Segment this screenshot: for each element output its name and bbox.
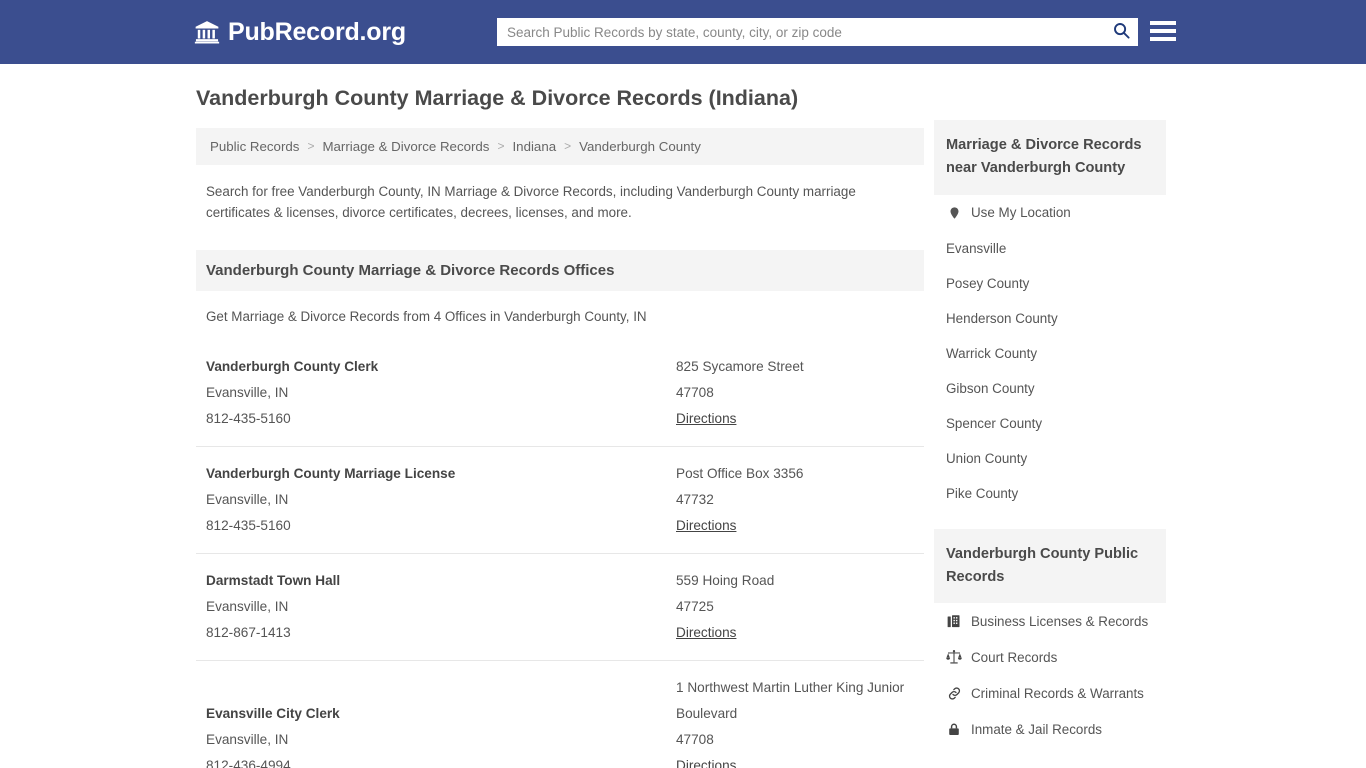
breadcrumb-separator-icon: > <box>497 139 505 154</box>
search-bar <box>497 18 1138 46</box>
office-address-block: 559 Hoing Road 47725 Directions <box>676 568 914 646</box>
sidebar-item-label: Business Licenses & Records <box>971 613 1149 629</box>
office-zip: 47708 <box>676 732 714 748</box>
public-records-list: Business Licenses & Records Court Record… <box>934 603 1166 747</box>
offices-list: Vanderburgh County Clerk Evansville, IN … <box>196 340 924 768</box>
office-name: Vanderburgh County Clerk <box>206 359 379 375</box>
sidebar-item-label: Use My Location <box>971 205 1071 221</box>
office-phone: 812-436-4994 <box>206 758 291 768</box>
bank-building-icon <box>194 19 220 45</box>
office-info: Darmstadt Town Hall Evansville, IN 812-8… <box>206 568 676 646</box>
nearby-records-heading: Marriage & Divorce Records near Vanderbu… <box>934 120 1166 195</box>
sidebar-item-henderson-county[interactable]: Henderson County <box>934 301 1166 336</box>
right-sidebar: Marriage & Divorce Records near Vanderbu… <box>934 120 1166 747</box>
offices-section-heading: Vanderburgh County Marriage & Divorce Re… <box>196 250 924 292</box>
table-row: Darmstadt Town Hall Evansville, IN 812-8… <box>196 553 924 660</box>
nearby-records-list: Use My Location Evansville Posey County … <box>934 195 1166 511</box>
office-phone: 812-867-1413 <box>206 625 291 641</box>
search-input[interactable] <box>497 18 1104 46</box>
sidebar-item-court-records[interactable]: Court Records <box>934 639 1166 675</box>
sidebar-item-label: Pike County <box>946 485 1019 501</box>
search-button[interactable] <box>1104 18 1138 46</box>
office-address-block: 825 Sycamore Street 47708 Directions <box>676 354 914 432</box>
breadcrumb-item-marriage-divorce-records[interactable]: Marriage & Divorce Records <box>318 139 493 154</box>
office-city-state: Evansville, IN <box>206 492 289 508</box>
directions-link[interactable]: Directions <box>676 620 736 646</box>
office-zip: 47732 <box>676 492 714 508</box>
office-city-state: Evansville, IN <box>206 385 289 401</box>
building-icon <box>946 613 962 629</box>
sidebar-item-spencer-county[interactable]: Spencer County <box>934 406 1166 441</box>
sidebar-item-pike-county[interactable]: Pike County <box>934 476 1166 511</box>
breadcrumb-separator-icon: > <box>564 139 572 154</box>
site-logo-link[interactable]: PubRecord.org <box>194 18 406 47</box>
handcuffs-icon <box>946 685 962 701</box>
office-address-block: Post Office Box 3356 47732 Directions <box>676 461 914 539</box>
sidebar-item-label: Union County <box>946 450 1028 466</box>
sidebar-divider <box>934 511 1166 529</box>
office-name: Evansville City Clerk <box>206 706 340 722</box>
offices-section-note: Get Marriage & Divorce Records from 4 Of… <box>206 309 647 325</box>
sidebar-item-union-county[interactable]: Union County <box>934 441 1166 476</box>
office-city-state: Evansville, IN <box>206 732 289 748</box>
breadcrumb-separator-icon: > <box>307 139 315 154</box>
sidebar-item-label: Court Records <box>971 649 1058 665</box>
sidebar-item-label: Inmate & Jail Records <box>971 721 1102 737</box>
office-zip: 47725 <box>676 599 714 615</box>
sidebar-item-inmate-jail-records[interactable]: Inmate & Jail Records <box>934 711 1166 747</box>
sidebar-item-gibson-county[interactable]: Gibson County <box>934 371 1166 406</box>
office-address: 559 Hoing Road <box>676 573 775 589</box>
table-row: Vanderburgh County Marriage License Evan… <box>196 446 924 553</box>
office-city-state: Evansville, IN <box>206 599 289 615</box>
breadcrumb-item-indiana[interactable]: Indiana <box>508 139 560 154</box>
breadcrumb-item-public-records[interactable]: Public Records <box>206 139 303 154</box>
office-address: 1 Northwest Martin Luther King Junior Bo… <box>676 680 905 722</box>
office-address: 825 Sycamore Street <box>676 359 804 375</box>
sidebar-item-label: Henderson County <box>946 310 1058 326</box>
office-name: Vanderburgh County Marriage License <box>206 466 456 482</box>
sidebar-item-label: Spencer County <box>946 415 1043 431</box>
sidebar-item-criminal-records[interactable]: Criminal Records & Warrants <box>934 675 1166 711</box>
office-info: Vanderburgh County Clerk Evansville, IN … <box>206 354 676 432</box>
hamburger-menu-icon[interactable] <box>1150 18 1176 44</box>
breadcrumb-item-vanderburgh-county[interactable]: Vanderburgh County <box>575 139 705 154</box>
balance-scale-icon <box>946 649 962 665</box>
sidebar-item-evansville[interactable]: Evansville <box>934 231 1166 266</box>
directions-link[interactable]: Directions <box>676 513 736 539</box>
directions-link[interactable]: Directions <box>676 406 736 432</box>
office-info: Evansville City Clerk Evansville, IN 812… <box>206 675 676 768</box>
map-pin-icon <box>946 205 962 221</box>
sidebar-item-label: Gibson County <box>946 380 1035 396</box>
sidebar-item-label: Posey County <box>946 275 1030 291</box>
sidebar-item-label: Evansville <box>946 240 1007 256</box>
office-phone: 812-435-5160 <box>206 518 291 534</box>
sidebar-item-posey-county[interactable]: Posey County <box>934 266 1166 301</box>
sidebar-item-warrick-county[interactable]: Warrick County <box>934 336 1166 371</box>
site-logo-text: PubRecord.org <box>228 17 406 46</box>
breadcrumb: Public Records > Marriage & Divorce Reco… <box>196 127 924 165</box>
sidebar-item-label: Warrick County <box>946 345 1038 361</box>
sidebar-item-use-my-location[interactable]: Use My Location <box>934 195 1166 231</box>
site-header: PubRecord.org <box>0 0 1366 64</box>
sidebar-item-business-licenses[interactable]: Business Licenses & Records <box>934 603 1166 639</box>
office-phone: 812-435-5160 <box>206 411 291 427</box>
hamburger-bar <box>1150 29 1176 33</box>
page-title: Vanderburgh County Marriage & Divorce Re… <box>196 86 799 110</box>
public-records-heading: Vanderburgh County Public Records <box>934 528 1166 604</box>
hamburger-bar <box>1150 37 1176 41</box>
office-info: Vanderburgh County Marriage License Evan… <box>206 461 676 539</box>
directions-link[interactable]: Directions <box>676 753 736 768</box>
table-row: Vanderburgh County Clerk Evansville, IN … <box>196 340 924 446</box>
office-address-block: 1 Northwest Martin Luther King Junior Bo… <box>676 675 914 768</box>
lock-icon <box>946 721 962 737</box>
page-intro-text: Search for free Vanderburgh County, IN M… <box>206 183 856 220</box>
table-row: Evansville City Clerk Evansville, IN 812… <box>196 660 924 768</box>
office-address: Post Office Box 3356 <box>676 466 804 482</box>
main-content: Vanderburgh County Marriage & Divorce Re… <box>196 86 924 768</box>
hamburger-bar <box>1150 21 1176 25</box>
office-name: Darmstadt Town Hall <box>206 573 341 589</box>
search-icon <box>1112 21 1131 43</box>
office-zip: 47708 <box>676 385 714 401</box>
sidebar-item-label: Criminal Records & Warrants <box>971 685 1144 701</box>
